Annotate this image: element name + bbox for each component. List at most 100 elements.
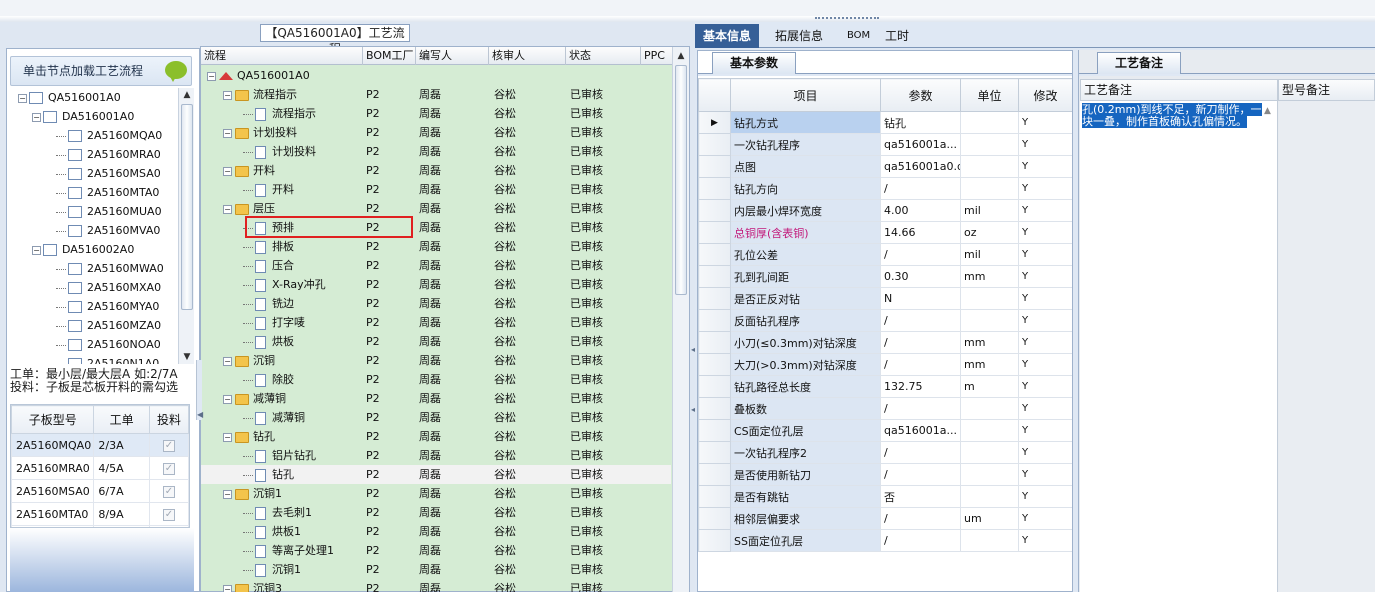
param-value-cell[interactable]: qa516001a... [880,419,961,442]
collapse-icon[interactable]: − [223,166,232,176]
param-value-cell[interactable]: 0.30 [880,265,961,288]
row-selector[interactable] [698,221,731,244]
chat-bubble-icon[interactable] [165,61,187,82]
param-value-cell[interactable]: / [880,507,961,530]
tree-node[interactable]: 2A5160MTA0 [10,183,178,202]
row-selector[interactable] [698,529,731,552]
param-row[interactable]: 孔位公差 / mil Y [698,243,1072,266]
tree-node[interactable]: 2A5160MRA0 [10,145,178,164]
param-row[interactable]: SS面定位孔层 / Y [698,529,1072,552]
param-value-cell[interactable]: / [880,463,961,486]
row-selector[interactable] [698,375,731,398]
tab-3[interactable]: 工时 [877,24,917,48]
process-row[interactable]: − 钻孔 P2 周磊 谷松 已审核 [201,427,671,446]
grid-header[interactable]: BOM工厂 [363,47,416,65]
param-value-cell[interactable]: 否 [880,485,961,508]
process-row[interactable]: 烘板1 P2 周磊 谷松 已审核 [201,522,671,541]
sub-table-header[interactable]: 工单 [93,405,150,434]
param-value-cell[interactable]: qa516001a0.d [880,155,961,178]
param-row[interactable]: 小刀(≤0.3mm)对钻深度 / mm Y [698,331,1072,354]
grid-header[interactable]: 流程 [201,47,363,65]
row-selector[interactable] [698,507,731,530]
param-row[interactable]: 总铜厚(含表铜) 14.66 oz Y [698,221,1072,244]
tree-node[interactable]: 2A5160MXA0 [10,278,178,297]
tab-process-notes[interactable]: 工艺备注 [1097,52,1181,74]
param-row[interactable]: 钻孔路径总长度 132.75 m Y [698,375,1072,398]
process-row[interactable]: X-Ray冲孔 P2 周磊 谷松 已审核 [201,275,671,294]
scroll-down-icon[interactable]: ▼ [179,350,195,364]
feed-checkbox[interactable]: ✓ [162,463,175,475]
scroll-up-icon[interactable]: ▲ [673,49,689,63]
param-row[interactable]: 是否正反对钻 N Y [698,287,1072,310]
param-row[interactable]: 大刀(>0.3mm)对钻深度 / mm Y [698,353,1072,376]
tab-1[interactable]: 拓展信息 [767,24,831,48]
grid-header[interactable]: 核审人 [489,47,566,65]
row-selector[interactable] [698,155,731,178]
param-value-cell[interactable]: / [880,397,961,420]
row-selector[interactable] [698,287,731,310]
row-selector[interactable] [698,463,731,486]
param-row[interactable]: CS面定位孔层 qa516001a... Y [698,419,1072,442]
feed-checkbox[interactable]: ✓ [162,509,175,521]
collapse-icon[interactable]: − [223,432,232,442]
scroll-up-icon[interactable]: ▲ [1264,106,1271,116]
tree-node[interactable]: 2A5160MWA0 [10,259,178,278]
row-selector[interactable] [698,199,731,222]
param-row[interactable]: 反面钻孔程序 / Y [698,309,1072,332]
row-selector[interactable]: ▶ [698,111,731,134]
collapse-left-icon[interactable]: ◀ [197,410,203,419]
param-value-cell[interactable]: / [880,309,961,332]
tree-node[interactable]: 2A5160MQA0 [10,126,178,145]
tree-node[interactable]: 2A5160MSA0 [10,164,178,183]
param-row[interactable]: 钻孔方向 / Y [698,177,1072,200]
row-selector[interactable] [698,177,731,200]
tree-node[interactable]: − DA516001A0 [10,107,178,126]
process-row[interactable]: 钻孔 P2 周磊 谷松 已审核 [201,465,671,484]
param-value-cell[interactable]: qa516001a... [880,133,961,156]
row-selector[interactable] [698,353,731,376]
param-header[interactable]: 修改 [1018,78,1072,112]
process-row[interactable]: 去毛刺1 P2 周磊 谷松 已审核 [201,503,671,522]
tree-node[interactable]: 2A5160NOA0 [10,335,178,354]
param-value-cell[interactable]: 4.00 [880,199,961,222]
process-row[interactable]: 沉铜1 P2 周磊 谷松 已审核 [201,560,671,579]
tree-node[interactable]: − QA516001A0 [10,88,178,107]
param-row[interactable]: 一次钻孔程序 qa516001a... Y [698,133,1072,156]
collapse-icon[interactable]: − [18,93,27,103]
param-row[interactable]: 相邻层偏要求 / um Y [698,507,1072,530]
param-row[interactable]: 叠板数 / Y [698,397,1072,420]
process-row[interactable]: 打字唛 P2 周磊 谷松 已审核 [201,313,671,332]
collapse-icon[interactable]: − [223,489,232,499]
row-selector[interactable] [698,133,731,156]
collapse-icon[interactable]: − [223,394,232,404]
row-selector[interactable] [698,331,731,354]
process-row[interactable]: − 沉铜 P2 周磊 谷松 已审核 [201,351,671,370]
param-value-cell[interactable]: / [880,243,961,266]
collapse-icon[interactable]: − [32,112,41,122]
process-row[interactable]: 铣边 P2 周磊 谷松 已审核 [201,294,671,313]
process-row[interactable]: 减薄铜 P2 周磊 谷松 已审核 [201,408,671,427]
tree-node[interactable]: 2A5160MYA0 [10,297,178,316]
param-header[interactable]: 项目 [730,78,881,112]
process-row[interactable]: 铝片钻孔 P2 周磊 谷松 已审核 [201,446,671,465]
param-header[interactable]: 参数 [880,78,961,112]
collapse-icon[interactable]: − [223,90,232,100]
grid-scrollbar[interactable]: ▲ [672,47,689,592]
feed-checkbox[interactable]: ✓ [162,486,175,498]
process-row[interactable]: − 流程指示 P2 周磊 谷松 已审核 [201,85,671,104]
param-value-cell[interactable]: / [880,331,961,354]
sub-table-row[interactable]: 2A5160MTA0 8/9A ✓ [11,502,189,526]
scroll-up-icon[interactable]: ▲ [179,88,195,102]
sub-table-row[interactable]: 2A5160MSA0 6/7A ✓ [11,479,189,503]
param-value-cell[interactable]: / [880,353,961,376]
process-row[interactable]: 压合 P2 周磊 谷松 已审核 [201,256,671,275]
process-row[interactable]: 流程指示 P2 周磊 谷松 已审核 [201,104,671,123]
tree-scrollbar[interactable]: ▲ ▼ [178,88,194,364]
param-value-cell[interactable]: 14.66 [880,221,961,244]
sub-table-header[interactable]: 投料 [148,405,189,434]
grid-header[interactable]: PPC [641,47,673,65]
collapse-icon[interactable]: − [223,204,232,214]
process-row[interactable]: 烘板 P2 周磊 谷松 已审核 [201,332,671,351]
row-selector[interactable] [698,265,731,288]
param-row[interactable]: 是否使用新钻刀 / Y [698,463,1072,486]
